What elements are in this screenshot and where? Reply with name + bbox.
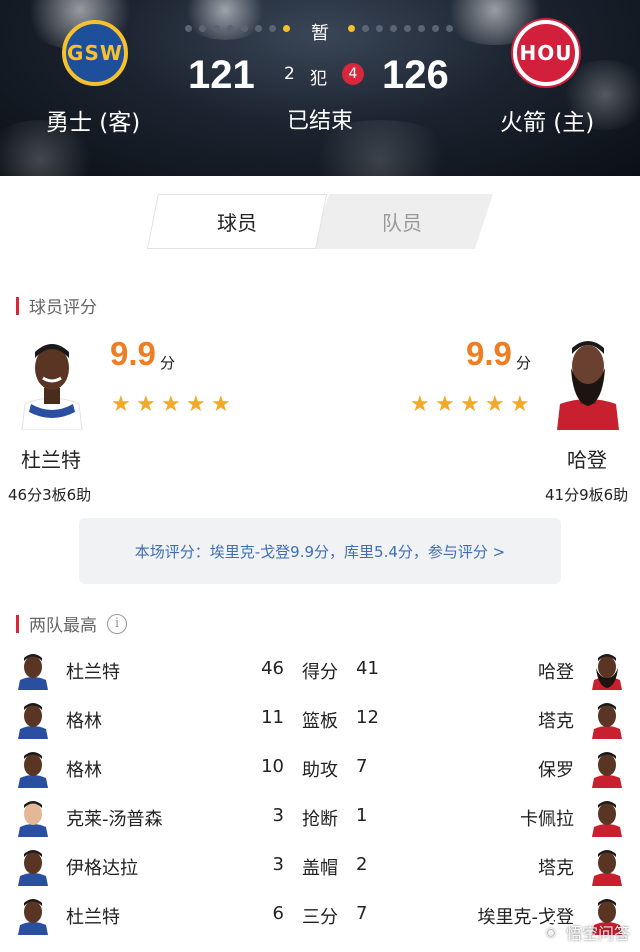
star-icon: ★ xyxy=(510,392,530,417)
stat-category: 篮板 xyxy=(302,711,338,732)
away-score: 121 xyxy=(188,53,255,97)
carousel-dots-right xyxy=(348,25,453,32)
tab-player[interactable]: 球员 xyxy=(148,195,326,248)
left-stars: ★ ★ ★ ★ ★ xyxy=(111,392,231,417)
player-avatar[interactable] xyxy=(16,846,50,886)
left-player-name[interactable]: 杜兰特 xyxy=(66,658,120,684)
leader-row: 杜兰特 46 得分 41 哈登 xyxy=(0,646,640,695)
harden-avatar[interactable] xyxy=(553,332,623,430)
right-stat-value: 1 xyxy=(356,805,368,826)
left-rating: 9.9 xyxy=(110,335,156,372)
player-avatar[interactable] xyxy=(590,699,624,739)
right-player-name[interactable]: 哈登 xyxy=(567,444,607,473)
right-player-stats: 41分9板6助 xyxy=(545,486,629,504)
star-icon: ★ xyxy=(211,392,231,417)
home-fouls-badge: 4 xyxy=(342,63,364,85)
right-stat-value: 2 xyxy=(356,854,368,875)
ratings-section-title: 球员评分 xyxy=(16,293,97,318)
star-icon: ★ xyxy=(460,392,480,417)
player-avatar[interactable] xyxy=(16,797,50,837)
gsw-logo[interactable]: GSW xyxy=(62,20,128,86)
player-avatar[interactable] xyxy=(590,650,624,690)
player-avatar[interactable] xyxy=(16,748,50,788)
star-icon: ★ xyxy=(485,392,505,417)
right-player-name[interactable]: 保罗 xyxy=(538,756,574,782)
left-stat-value: 11 xyxy=(261,707,284,728)
right-player-name[interactable]: 塔克 xyxy=(538,707,574,733)
right-rating: 9.9 xyxy=(466,335,512,372)
stat-category: 盖帽 xyxy=(302,858,338,879)
fouls-label: 犯 xyxy=(310,69,327,89)
left-player-name[interactable]: 格林 xyxy=(66,756,102,782)
left-player-name[interactable]: 杜兰特 xyxy=(66,903,120,929)
player-avatar[interactable] xyxy=(16,699,50,739)
player-avatar[interactable] xyxy=(590,846,624,886)
left-player-stats: 46分3板6助 xyxy=(8,486,92,504)
wukong-icon: ◉ xyxy=(539,921,562,943)
info-icon[interactable]: i xyxy=(107,613,127,634)
star-icon: ★ xyxy=(186,392,206,417)
away-fouls: 2 xyxy=(284,64,295,84)
player-avatar[interactable] xyxy=(590,797,624,837)
star-icon: ★ xyxy=(161,392,181,417)
watermark: ◉ 悟空问答 xyxy=(539,920,630,944)
star-icon: ★ xyxy=(410,392,430,417)
left-stat-value: 10 xyxy=(261,756,284,777)
right-stat-value: 41 xyxy=(356,658,379,679)
leader-row: 伊格达拉 3 盖帽 2 塔克 xyxy=(0,842,640,891)
right-stat-value: 7 xyxy=(356,756,368,777)
left-stat-value: 3 xyxy=(272,854,284,875)
leader-row: 格林 11 篮板 12 塔克 xyxy=(0,695,640,744)
leader-row: 克莱-汤普森 3 抢断 1 卡佩拉 xyxy=(0,793,640,842)
right-player-name[interactable]: 哈登 xyxy=(538,658,574,684)
view-tabs: 队员 球员 xyxy=(147,194,493,249)
left-player-name[interactable]: 杜兰特 xyxy=(21,444,81,473)
left-rating-unit: 分 xyxy=(160,354,176,372)
right-stars: ★ ★ ★ ★ ★ xyxy=(410,392,530,417)
tab-team[interactable]: 队员 xyxy=(311,194,493,249)
left-stat-value: 46 xyxy=(261,658,284,679)
right-player-name[interactable]: 塔克 xyxy=(538,854,574,880)
hou-logo[interactable]: HOU xyxy=(513,20,579,86)
right-stat-value: 7 xyxy=(356,903,368,924)
right-rating-unit: 分 xyxy=(516,354,532,372)
game-status: 已结束 xyxy=(286,109,353,134)
left-player-name[interactable]: 格林 xyxy=(66,707,102,733)
star-icon: ★ xyxy=(111,392,131,417)
right-player-name[interactable]: 卡佩拉 xyxy=(520,805,574,831)
durant-avatar[interactable] xyxy=(17,332,87,430)
stat-category: 得分 xyxy=(302,662,338,683)
stat-category: 助攻 xyxy=(302,760,338,781)
leaders-section-title: 两队最高 i xyxy=(16,611,127,636)
stat-category: 抢断 xyxy=(302,809,338,830)
right-stat-value: 12 xyxy=(356,707,379,728)
star-icon: ★ xyxy=(435,392,455,417)
stat-category: 三分 xyxy=(302,907,338,928)
left-stat-value: 3 xyxy=(272,805,284,826)
leader-row: 格林 10 助攻 7 保罗 xyxy=(0,744,640,793)
scoreboard-header: 暂 GSW HOU 勇士 (客) 火箭 (主) 121 2 犯 4 126 已结… xyxy=(0,0,640,176)
player-avatar[interactable] xyxy=(590,748,624,788)
star-icon: ★ xyxy=(136,392,156,417)
home-score: 126 xyxy=(382,53,449,97)
player-avatar[interactable] xyxy=(16,650,50,690)
player-avatar[interactable] xyxy=(16,895,50,935)
left-player-name[interactable]: 克莱-汤普森 xyxy=(66,805,163,831)
left-player-name[interactable]: 伊格达拉 xyxy=(66,854,138,880)
left-stat-value: 6 xyxy=(272,903,284,924)
rating-summary-link[interactable]: 本场评分：埃里克-戈登9.9分，库里5.4分，参与评分 > xyxy=(79,518,561,584)
